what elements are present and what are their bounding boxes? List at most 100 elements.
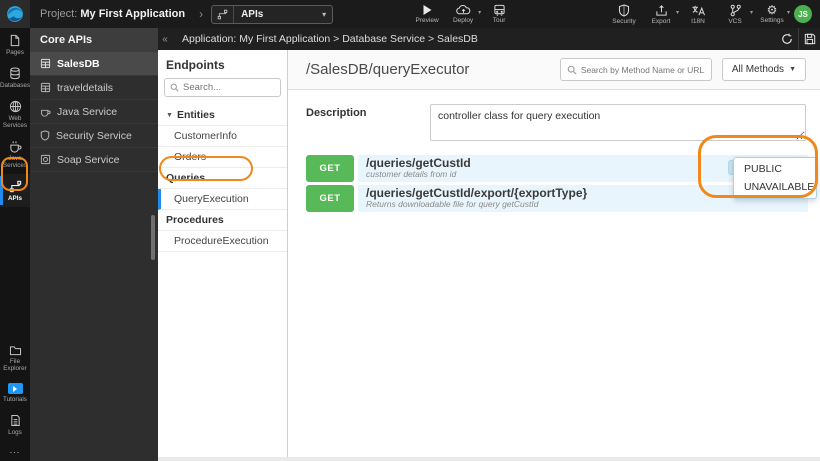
endpoints-panel: Endpoints ▼ Entities CustomerInfo — [158, 50, 288, 461]
export-icon — [655, 4, 668, 17]
description-label: Description — [306, 107, 367, 119]
method-badge-get[interactable]: GET — [306, 185, 354, 212]
core-api-security-service[interactable]: Security Service — [30, 124, 158, 148]
shield-icon — [618, 3, 630, 17]
sidebar-item-apis[interactable]: APIs — [0, 174, 30, 207]
endpoints-section-procedures[interactable]: Procedures — [158, 210, 287, 231]
api-summary: Returns downloadable file for query getC… — [366, 199, 539, 209]
chevron-down-icon: ▾ — [675, 9, 679, 16]
endpoints-section-queries[interactable]: Queries — [158, 168, 287, 189]
deploy-button[interactable]: ▾ Deploy — [447, 4, 482, 24]
visibility-option-unavailable[interactable]: UNAVAILABLE — [734, 178, 816, 196]
logs-icon — [10, 414, 21, 427]
triangle-down-icon: ▼ — [789, 66, 796, 73]
method-badge-get[interactable]: GET — [306, 155, 354, 182]
save-icon — [804, 33, 816, 45]
sidebar-item-pages[interactable]: Pages — [0, 28, 30, 61]
tour-bus-icon — [493, 4, 506, 16]
breadcrumb-bar: « Application: My First Application > Da… — [158, 28, 820, 50]
folder-icon — [9, 345, 22, 356]
workspace-label: APIs — [241, 8, 264, 20]
visibility-option-public[interactable]: PUBLIC — [734, 160, 816, 178]
workspace-selector[interactable]: APIs ▾ — [211, 4, 334, 24]
core-api-soap-service[interactable]: Soap Service — [30, 148, 158, 172]
soap-icon — [40, 154, 51, 165]
scrollbar-thumb[interactable] — [151, 215, 155, 260]
chevron-down-icon: ▾ — [322, 9, 327, 19]
i18n-button[interactable]: I18N — [682, 4, 714, 25]
play-icon — [421, 4, 433, 16]
collapse-panel-icon[interactable]: « — [158, 34, 172, 45]
chevron-down-icon: ▾ — [478, 10, 482, 16]
translate-icon — [691, 4, 705, 17]
wavemaker-logo[interactable] — [0, 0, 30, 28]
description-input[interactable]: controller class for query execution — [430, 104, 806, 141]
refresh-button[interactable] — [776, 28, 798, 50]
core-apis-panel: Core APIs SalesDB traveldetails Java Ser… — [30, 28, 158, 461]
branch-icon — [729, 4, 742, 17]
vcs-button[interactable]: ▾ VCS — [719, 4, 753, 25]
shield-icon — [40, 130, 50, 141]
project-name: Project: My First Application — [40, 8, 186, 20]
sidebar-item-web-services[interactable]: Web Services — [0, 94, 30, 134]
core-api-traveldetails[interactable]: traveldetails — [30, 76, 158, 100]
endpoint-item-customerinfo[interactable]: CustomerInfo — [158, 126, 287, 147]
globe-icon — [9, 100, 22, 113]
topbar-actions: Preview ▾ Deploy Tour — [411, 4, 515, 24]
apis-icon — [212, 5, 235, 23]
deploy-cloud-icon — [455, 4, 471, 16]
export-button[interactable]: ▾ Export — [645, 4, 679, 25]
coffee-icon — [9, 140, 22, 153]
page-icon — [9, 34, 21, 47]
sidebar-item-file-explorer[interactable]: File Explorer — [0, 339, 30, 377]
core-apis-title: Core APIs — [30, 28, 158, 52]
right-region: « Application: My First Application > Da… — [158, 28, 820, 461]
top-bar: Project: My First Application › APIs ▾ P… — [0, 0, 820, 28]
page-title: /SalesDB/queryExecutor — [306, 61, 470, 78]
method-search[interactable] — [559, 58, 712, 81]
endpoints-search[interactable] — [164, 78, 281, 97]
breadcrumb: Application: My First Application > Data… — [182, 33, 478, 45]
tour-button[interactable]: Tour — [483, 4, 515, 24]
gear-icon: ⚙ — [766, 2, 778, 17]
user-avatar[interactable]: JS — [794, 5, 812, 23]
app-window: Project: My First Application › APIs ▾ P… — [0, 0, 820, 461]
settings-button[interactable]: ⚙ ▾ Settings — [756, 2, 790, 25]
triangle-down-icon: ▼ — [166, 111, 173, 119]
refresh-icon — [781, 33, 793, 45]
method-search-input[interactable] — [580, 64, 705, 75]
security-button[interactable]: Security — [608, 3, 640, 25]
left-sidebar: Pages Databases Web Services Java Servic… — [0, 28, 30, 461]
sidebar-more-button[interactable]: ... — [10, 441, 21, 461]
search-icon — [170, 83, 179, 92]
tutorials-play-icon — [7, 383, 23, 394]
main-header: /SalesDB/queryExecutor All Methods ▼ — [288, 50, 820, 90]
sidebar-item-java-services[interactable]: Java Services — [0, 134, 30, 174]
chevron-down-icon: ▾ — [749, 9, 753, 16]
sidebar-item-logs[interactable]: Logs — [0, 408, 30, 441]
apis-icon — [9, 180, 22, 193]
core-api-salesdb[interactable]: SalesDB — [30, 52, 158, 76]
table-icon — [40, 82, 51, 93]
sidebar-item-tutorials[interactable]: Tutorials — [0, 377, 30, 408]
chevron-down-icon: ▾ — [786, 9, 790, 16]
save-button[interactable] — [798, 28, 820, 50]
endpoint-item-orders[interactable]: Orders — [158, 147, 287, 168]
methods-filter-button[interactable]: All Methods ▼ — [721, 58, 806, 81]
chevron-right-icon: › — [199, 7, 204, 21]
endpoint-item-procedureexecution[interactable]: ProcedureExecution — [158, 231, 287, 252]
endpoint-item-queryexecution[interactable]: QueryExecution — [158, 189, 287, 210]
sidebar-item-databases[interactable]: Databases — [0, 61, 30, 94]
endpoints-section-entities[interactable]: ▼ Entities — [158, 105, 287, 126]
topbar-tools: Security ▾ Export I18N ▾ VCS ⚙ ▾ Setting… — [608, 2, 790, 25]
main-content: /SalesDB/queryExecutor All Methods ▼ — [288, 50, 820, 461]
endpoints-title: Endpoints — [166, 58, 225, 72]
table-icon — [40, 58, 51, 69]
core-api-java-service[interactable]: Java Service — [30, 100, 158, 124]
visibility-dropdown-menu: PUBLIC UNAVAILABLE — [733, 157, 817, 199]
endpoints-search-input[interactable] — [183, 82, 263, 93]
preview-button[interactable]: Preview — [411, 4, 443, 24]
database-icon — [9, 67, 21, 80]
search-icon — [567, 65, 577, 75]
wave-logo-icon — [6, 5, 24, 23]
